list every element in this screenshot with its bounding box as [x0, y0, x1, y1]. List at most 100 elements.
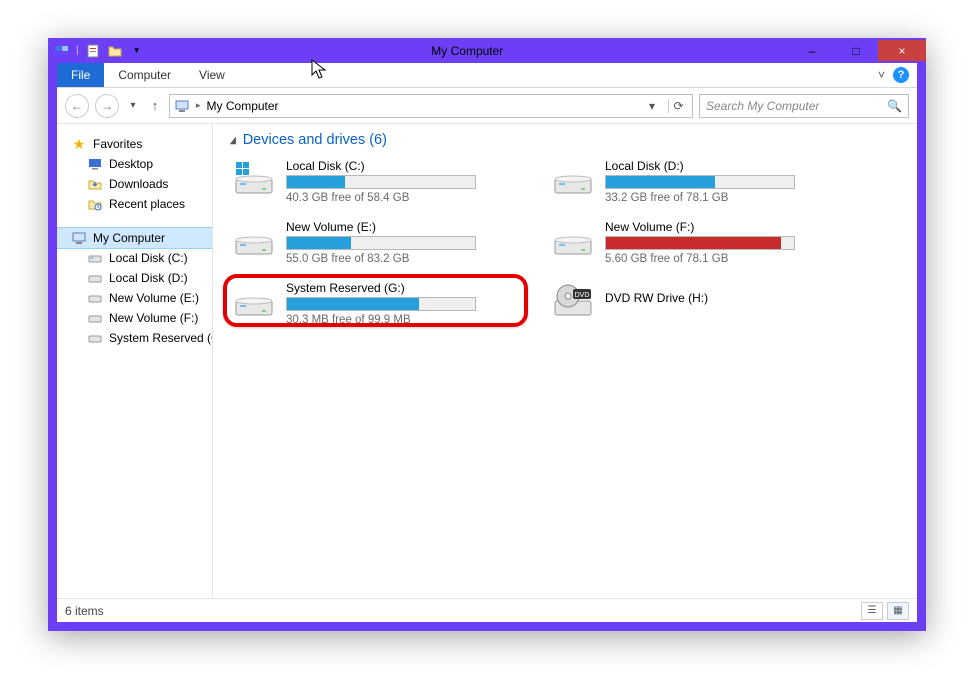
address-bar[interactable]: ▸ My Computer ▾ ⟳ [169, 94, 693, 118]
maximize-button[interactable]: □ [834, 40, 878, 61]
sidebar-item-volume[interactable]: Local Disk (D:) [57, 268, 212, 288]
status-bar: 6 items ☰ ▦ [57, 598, 917, 622]
drive-item[interactable]: New Volume (F:) 5.60 GB free of 78.1 GB [548, 217, 849, 268]
drive-info: New Volume (E:) 55.0 GB free of 83.2 GB [286, 220, 527, 265]
sidebar-item-downloads[interactable]: Downloads [57, 174, 212, 194]
drive-name: System Reserved (G:) [286, 281, 527, 295]
sidebar-item-label: My Computer [93, 231, 165, 245]
content-pane[interactable]: ◢ Devices and drives (6) Local Disk (C:)… [213, 124, 917, 598]
sidebar-item-volume[interactable]: System Reserved (G:) [57, 328, 212, 348]
drive-icon [87, 330, 103, 346]
tab-file[interactable]: File [57, 63, 104, 87]
minimize-button[interactable]: – [790, 40, 834, 61]
drives-grid: Local Disk (C:)40.3 GB free of 58.4 GB Lo… [229, 156, 849, 329]
drive-icon [551, 220, 595, 260]
back-button[interactable]: ← [65, 94, 89, 118]
capacity-bar [286, 175, 476, 189]
ribbon-tabs: File Computer View ˅ ? [57, 63, 917, 88]
drive-name: New Volume (F:) [605, 220, 846, 234]
drive-name: New Volume (E:) [286, 220, 527, 234]
capacity-bar [286, 236, 476, 250]
downloads-icon [87, 176, 103, 192]
qat-customize-icon[interactable]: ▾ [129, 43, 145, 59]
drive-item[interactable]: Local Disk (C:)40.3 GB free of 58.4 GB [229, 156, 530, 207]
sidebar-group-favorites[interactable]: ★ Favorites [57, 134, 212, 154]
window-client-area: File Computer View ˅ ? ← → ▾ ↑ ▸ My Comp… [57, 63, 917, 622]
close-button[interactable]: × [878, 40, 926, 61]
search-input[interactable]: Search My Computer 🔍 [699, 94, 909, 118]
tab-view[interactable]: View [185, 63, 239, 87]
sidebar-item-label: Downloads [109, 177, 168, 191]
breadcrumb-icon: ▸ [196, 100, 201, 111]
window-controls: – □ × [790, 40, 926, 61]
computer-icon [71, 230, 87, 246]
title-bar[interactable]: | ▾ My Computer – □ × [48, 38, 926, 63]
desktop-icon [87, 156, 103, 172]
refresh-button[interactable]: ⟳ [668, 99, 688, 113]
window-title: My Computer [145, 44, 790, 58]
computer-icon [174, 98, 190, 114]
drive-icon [87, 290, 103, 306]
drive-icon [232, 281, 276, 321]
sidebar-item-computer[interactable]: My Computer [57, 228, 212, 248]
section-header[interactable]: ◢ Devices and drives (6) [229, 132, 907, 148]
breadcrumb[interactable]: My Computer [207, 99, 279, 113]
help-icon[interactable]: ? [893, 67, 909, 83]
section-title: Devices and drives (6) [243, 132, 387, 148]
details-view-button[interactable]: ☰ [861, 602, 883, 620]
sidebar-item-volume[interactable]: New Volume (F:) [57, 308, 212, 328]
drive-info: DVD RW Drive (H:) [605, 281, 846, 307]
drive-icon [87, 270, 103, 286]
drive-item[interactable]: New Volume (E:) 55.0 GB free of 83.2 GB [229, 217, 530, 268]
search-placeholder: Search My Computer [706, 99, 887, 113]
sidebar-item-label: Desktop [109, 157, 153, 171]
drive-info: System Reserved (G:)30.3 MB free of 99.9… [286, 281, 527, 326]
sidebar-item-volume[interactable]: Local Disk (C:) [57, 248, 212, 268]
drive-item[interactable]: System Reserved (G:)30.3 MB free of 99.9… [229, 278, 530, 329]
tiles-view-button[interactable]: ▦ [887, 602, 909, 620]
up-button[interactable]: ↑ [147, 94, 163, 118]
drive-item[interactable]: Local Disk (D:) 33.2 GB free of 78.1 GB [548, 156, 849, 207]
drive-info: Local Disk (D:) 33.2 GB free of 78.1 GB [605, 159, 846, 204]
drive-info: Local Disk (C:)40.3 GB free of 58.4 GB [286, 159, 527, 204]
drive-icon [232, 159, 276, 199]
capacity-bar [605, 236, 795, 250]
sidebar-item-label: Local Disk (C:) [109, 251, 188, 265]
tab-computer[interactable]: Computer [104, 63, 185, 87]
address-dropdown-icon[interactable]: ▾ [642, 99, 662, 113]
sidebar-item-label: New Volume (E:) [109, 291, 199, 305]
sidebar-item-label: Recent places [109, 197, 185, 211]
status-text: 6 items [65, 604, 104, 618]
new-folder-icon[interactable] [107, 43, 123, 59]
drive-icon [87, 310, 103, 326]
drive-name: Local Disk (D:) [605, 159, 846, 173]
forward-button[interactable]: → [95, 94, 119, 118]
recent-locations-button[interactable]: ▾ [125, 94, 141, 118]
explorer-body: ★ Favorites Desktop Downloads Recent pla… [57, 124, 917, 598]
sidebar-item-desktop[interactable]: Desktop [57, 154, 212, 174]
system-menu-icon[interactable] [54, 43, 70, 59]
qat-separator: | [76, 45, 79, 56]
drive-item[interactable]: DVD DVD RW Drive (H:) [548, 278, 849, 329]
recent-icon [87, 196, 103, 212]
sidebar-item-recent[interactable]: Recent places [57, 194, 212, 214]
collapse-icon[interactable]: ◢ [230, 135, 236, 146]
svg-text:DVD: DVD [575, 292, 590, 299]
properties-icon[interactable] [85, 43, 101, 59]
navigation-bar: ← → ▾ ↑ ▸ My Computer ▾ ⟳ Search My Comp… [57, 88, 917, 124]
drive-icon [87, 250, 103, 266]
sidebar-item-label: Local Disk (D:) [109, 271, 188, 285]
drive-icon [232, 220, 276, 260]
ribbon-collapse-icon[interactable]: ˅ [878, 68, 885, 82]
sidebar-label: Favorites [93, 137, 142, 151]
free-space-text: 5.60 GB free of 78.1 GB [605, 253, 846, 265]
sidebar-item-volume[interactable]: New Volume (E:) [57, 288, 212, 308]
drive-icon: DVD [551, 281, 595, 321]
free-space-text: 55.0 GB free of 83.2 GB [286, 253, 527, 265]
drive-info: New Volume (F:) 5.60 GB free of 78.1 GB [605, 220, 846, 265]
capacity-bar [286, 297, 476, 311]
sidebar-item-label: New Volume (F:) [109, 311, 198, 325]
free-space-text: 33.2 GB free of 78.1 GB [605, 192, 846, 204]
quick-access-toolbar: | ▾ [48, 43, 145, 59]
favorites-icon: ★ [71, 136, 87, 152]
